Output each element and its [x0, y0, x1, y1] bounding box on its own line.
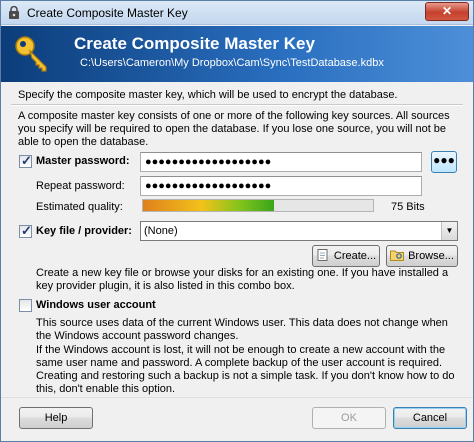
- browse-button-label: Browse...: [408, 250, 454, 262]
- help-button-label: Help: [44, 412, 68, 424]
- keepass-app-icon: [9, 6, 19, 19]
- repeat-password-input[interactable]: ●●●●●●●●●●●●●●●●●●●: [140, 176, 422, 196]
- header-banner: Create Composite Master Key C:\Users\Cam…: [1, 26, 473, 82]
- master-password-checkbox[interactable]: ✓: [19, 153, 32, 168]
- windows-account-checkbox[interactable]: [19, 299, 32, 312]
- key-file-provider-select[interactable]: (None) ▼: [140, 221, 458, 241]
- show-password-toggle[interactable]: ●●●: [431, 151, 457, 173]
- master-password-input[interactable]: ●●●●●●●●●●●●●●●●●●●: [140, 152, 422, 172]
- create-file-icon: [317, 249, 328, 261]
- intro-text: Specify the composite master key, which …: [18, 89, 398, 101]
- create-button-label: Create...: [333, 250, 377, 262]
- dialog-footer: Help OK Cancel: [1, 397, 473, 441]
- intro-description: A composite master key consists of one o…: [18, 110, 450, 148]
- header-title: Create Composite Master Key: [74, 34, 315, 53]
- database-path: C:\Users\Cameron\My Dropbox\Cam\Sync\Tes…: [80, 57, 384, 69]
- help-button[interactable]: Help: [19, 407, 93, 429]
- close-icon: ✕: [441, 4, 453, 18]
- close-button[interactable]: ✕: [425, 2, 469, 21]
- cancel-button-label: Cancel: [412, 412, 448, 424]
- title-bar[interactable]: Create Composite Master Key ✕: [1, 1, 473, 25]
- quality-progress-bar: [142, 199, 374, 212]
- checkmark-icon: ✓: [21, 223, 32, 238]
- key-file-selected: (None): [144, 225, 178, 237]
- checkmark-icon: ✓: [21, 153, 32, 168]
- master-password-label: Master password:: [36, 155, 130, 167]
- dropdown-arrow-icon: ▼: [441, 222, 457, 240]
- ok-button-label: OK: [341, 412, 357, 424]
- ok-button[interactable]: OK: [312, 407, 386, 429]
- separator: [11, 104, 463, 106]
- repeat-password-label: Repeat password:: [36, 180, 125, 192]
- window-title: Create Composite Master Key: [27, 6, 188, 20]
- key-file-hint: Create a new key file or browse your dis…: [36, 267, 449, 292]
- windows-account-description: This source uses data of the current Win…: [36, 317, 448, 342]
- key-file-label: Key file / provider:: [36, 225, 132, 237]
- windows-account-label: Windows user account: [36, 299, 156, 311]
- key-icon: [15, 36, 47, 72]
- key-file-checkbox[interactable]: ✓: [19, 223, 32, 238]
- windows-account-warning: If the Windows account is lost, it will …: [36, 344, 455, 395]
- cancel-button[interactable]: Cancel: [393, 407, 467, 429]
- quality-value: 75 Bits: [391, 201, 425, 213]
- browse-folder-icon: [390, 250, 405, 261]
- browse-key-file-button[interactable]: Browse...: [386, 245, 458, 267]
- quality-label: Estimated quality:: [36, 201, 123, 213]
- create-key-file-button[interactable]: Create...: [312, 245, 380, 267]
- quality-progress-fill: [143, 200, 275, 211]
- dialog-window: Create Composite Master Key ✕ Create Com…: [0, 0, 474, 442]
